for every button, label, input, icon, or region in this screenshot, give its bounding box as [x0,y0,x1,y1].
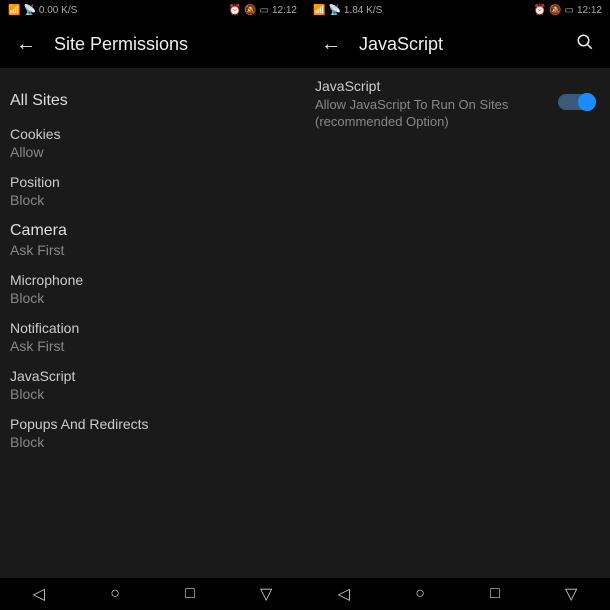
setting-camera[interactable]: Camera Ask First [10,222,295,258]
nav-back-icon[interactable]: ◁ [33,584,45,604]
back-arrow-icon[interactable]: ← [16,33,36,56]
nav-back-icon[interactable]: ◁ [338,584,350,604]
battery-icon: ▭ [260,5,269,16]
signal-icon: 📶 [313,5,325,16]
setting-label: JavaScript [10,368,295,384]
header-left: ← Site Permissions [0,20,305,68]
js-text: JavaScript Allow JavaScript To Run On Si… [315,78,558,131]
setting-label: Popups And Redirects [10,416,295,432]
setting-value: Block [10,434,295,450]
wifi-icon: 📡 [23,5,35,16]
nav-recent-icon[interactable]: □ [185,585,195,603]
time-text: 12:12 [577,5,602,16]
dnd-icon: 🔕 [244,5,256,16]
javascript-toggle[interactable] [558,94,594,110]
page-title: Site Permissions [54,34,188,55]
setting-microphone[interactable]: Microphone Block [10,272,295,306]
page-title: JavaScript [359,34,443,55]
wifi-icon: 📡 [328,5,340,16]
nav-recent-icon[interactable]: □ [490,585,500,603]
setting-value: Block [10,192,295,208]
setting-value: Ask First [10,242,295,258]
nav-drawer-icon[interactable]: ▽ [260,584,272,604]
toggle-knob [578,93,596,111]
setting-value: Ask First [10,338,295,354]
speed-text: 0.00 K/S [39,5,77,16]
nav-bar-left: ◁ ○ □ ▽ [0,578,305,610]
js-setting-desc: Allow JavaScript To Run On Sites (recomm… [315,97,558,131]
status-bar-left: 📶 📡 0.00 K/S ⏰ 🔕 ▭ 12:12 [0,0,305,20]
alarm-icon: ⏰ [229,5,241,16]
nav-drawer-icon[interactable]: ▽ [565,584,577,604]
setting-javascript[interactable]: JavaScript Block [10,368,295,402]
setting-label: Cookies [10,126,295,142]
setting-label: Notification [10,320,295,336]
speed-text: 1.84 K/S [344,5,382,16]
setting-value: Block [10,290,295,306]
setting-value: Block [10,386,295,402]
back-arrow-icon[interactable]: ← [321,33,341,56]
setting-position[interactable]: Position Block [10,174,295,208]
right-panel: 📶 📡 1.84 K/S ⏰ 🔕 ▭ 12:12 ← JavaScript Ja… [305,0,610,610]
nav-home-icon[interactable]: ○ [110,585,120,603]
setting-cookies[interactable]: Cookies Allow [10,126,295,160]
status-right: ⏰ 🔕 ▭ 12:12 [534,5,602,16]
alarm-icon: ⏰ [534,5,546,16]
dnd-icon: 🔕 [549,5,561,16]
status-left: 📶 📡 0.00 K/S [8,5,77,16]
status-bar-right: 📶 📡 1.84 K/S ⏰ 🔕 ▭ 12:12 [305,0,610,20]
nav-home-icon[interactable]: ○ [415,585,425,603]
status-left: 📶 📡 1.84 K/S [313,5,382,16]
status-right: ⏰ 🔕 ▭ 12:12 [229,5,297,16]
nav-bar-right: ◁ ○ □ ▽ [305,578,610,610]
left-panel: 📶 📡 0.00 K/S ⏰ 🔕 ▭ 12:12 ← Site Permissi… [0,0,305,610]
battery-icon: ▭ [565,5,574,16]
javascript-toggle-row[interactable]: JavaScript Allow JavaScript To Run On Si… [305,68,610,131]
signal-icon: 📶 [8,5,20,16]
header-right: ← JavaScript [305,20,610,68]
setting-label: Microphone [10,272,295,288]
content-left: All Sites Cookies Allow Position Block C… [0,68,305,476]
setting-label: Position [10,174,295,190]
setting-notification[interactable]: Notification Ask First [10,320,295,354]
setting-popups[interactable]: Popups And Redirects Block [10,416,295,450]
js-setting-title: JavaScript [315,78,558,94]
section-all-sites: All Sites [10,92,295,110]
search-icon[interactable] [576,33,594,56]
setting-label: Camera [10,222,295,240]
time-text: 12:12 [272,5,297,16]
setting-value: Allow [10,144,295,160]
